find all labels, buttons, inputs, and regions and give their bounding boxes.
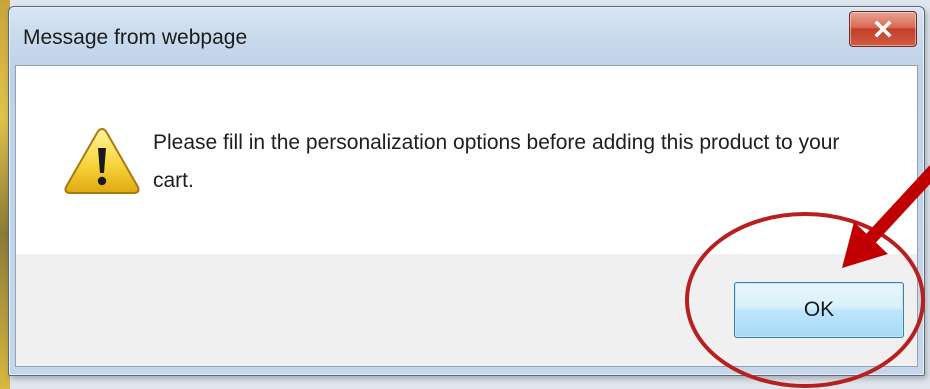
dialog-titlebar[interactable]: Message from webpage [9, 7, 924, 65]
warning-icon [64, 127, 140, 194]
button-bar: OK [16, 254, 917, 366]
close-icon [874, 20, 892, 38]
dialog-message: Please fill in the personalization optio… [153, 131, 840, 192]
close-button[interactable] [849, 11, 917, 47]
message-area: Please fill in the personalization optio… [16, 66, 917, 254]
message-dialog: Message from webpage Please fill in the … [8, 6, 925, 376]
dialog-body: Please fill in the personalization optio… [15, 65, 918, 367]
dialog-title: Message from webpage [23, 26, 248, 49]
ok-button[interactable]: OK [734, 282, 904, 338]
